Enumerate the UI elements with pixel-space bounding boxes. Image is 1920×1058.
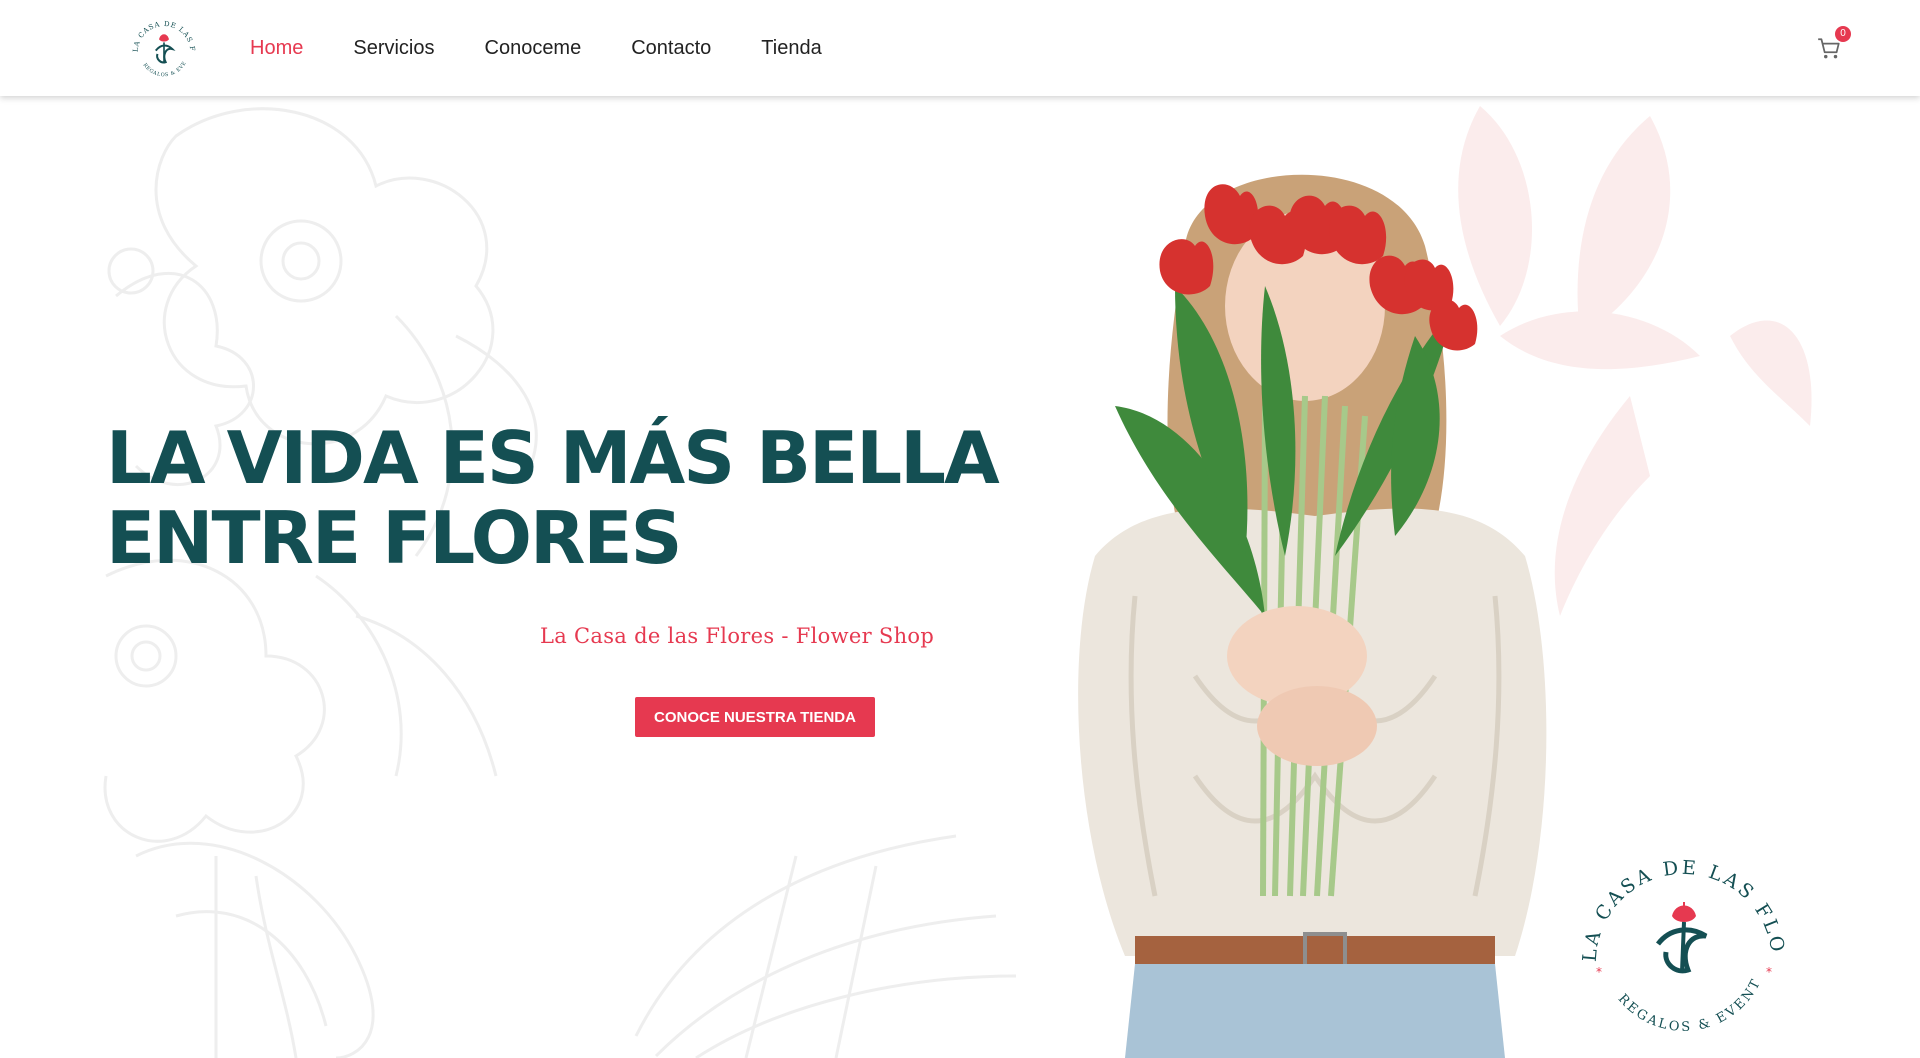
nav-tienda[interactable]: Tienda bbox=[761, 37, 821, 60]
nav-home[interactable]: Home bbox=[250, 37, 303, 60]
badge-ring-top-text: LA CASA DE LAS FLORES bbox=[1572, 832, 1786, 963]
nav-contacto[interactable]: Contacto bbox=[631, 37, 711, 60]
nav-servicios[interactable]: Servicios bbox=[353, 37, 434, 60]
hero-headline-line-1: LA VIDA ES MÁS BELLA bbox=[106, 416, 1000, 500]
hero-section: LA VIDA ES MÁS BELLA ENTRE FLORES La Cas… bbox=[0, 96, 1920, 1058]
site-header: LA CASA DE LAS FLORES REGALOS & EVENTOS … bbox=[0, 0, 1920, 96]
brand-badge-logo: LA CASA DE LAS FLORES REGALOS & EVENTOS … bbox=[1572, 832, 1789, 1035]
hero-photo-woman-with-tulips bbox=[1078, 174, 1547, 1058]
hero-headline-line-2: ENTRE FLORES bbox=[106, 496, 682, 580]
hero-subtitle: La Casa de las Flores - Flower Shop bbox=[540, 624, 935, 648]
hero-headline: LA VIDA ES MÁS BELLA ENTRE FLORES bbox=[106, 416, 1000, 580]
svg-text:LA CASA DE LAS FLORES: LA CASA DE LAS FLORES bbox=[1572, 832, 1789, 963]
cart-button[interactable]: 0 bbox=[1816, 26, 1851, 64]
shop-cta-button[interactable]: CONOCE NUESTRA TIENDA bbox=[635, 697, 875, 737]
main-nav: Home Servicios Conoceme Contacto Tienda bbox=[250, 0, 822, 96]
svg-text:*: * bbox=[1766, 965, 1772, 979]
cart-count-badge: 0 bbox=[1835, 26, 1851, 42]
nav-conoceme[interactable]: Conoceme bbox=[485, 37, 582, 60]
brand-logo[interactable]: LA CASA DE LAS FLORES REGALOS & EVENTOS bbox=[123, 8, 205, 90]
svg-text:*: * bbox=[1596, 965, 1602, 979]
